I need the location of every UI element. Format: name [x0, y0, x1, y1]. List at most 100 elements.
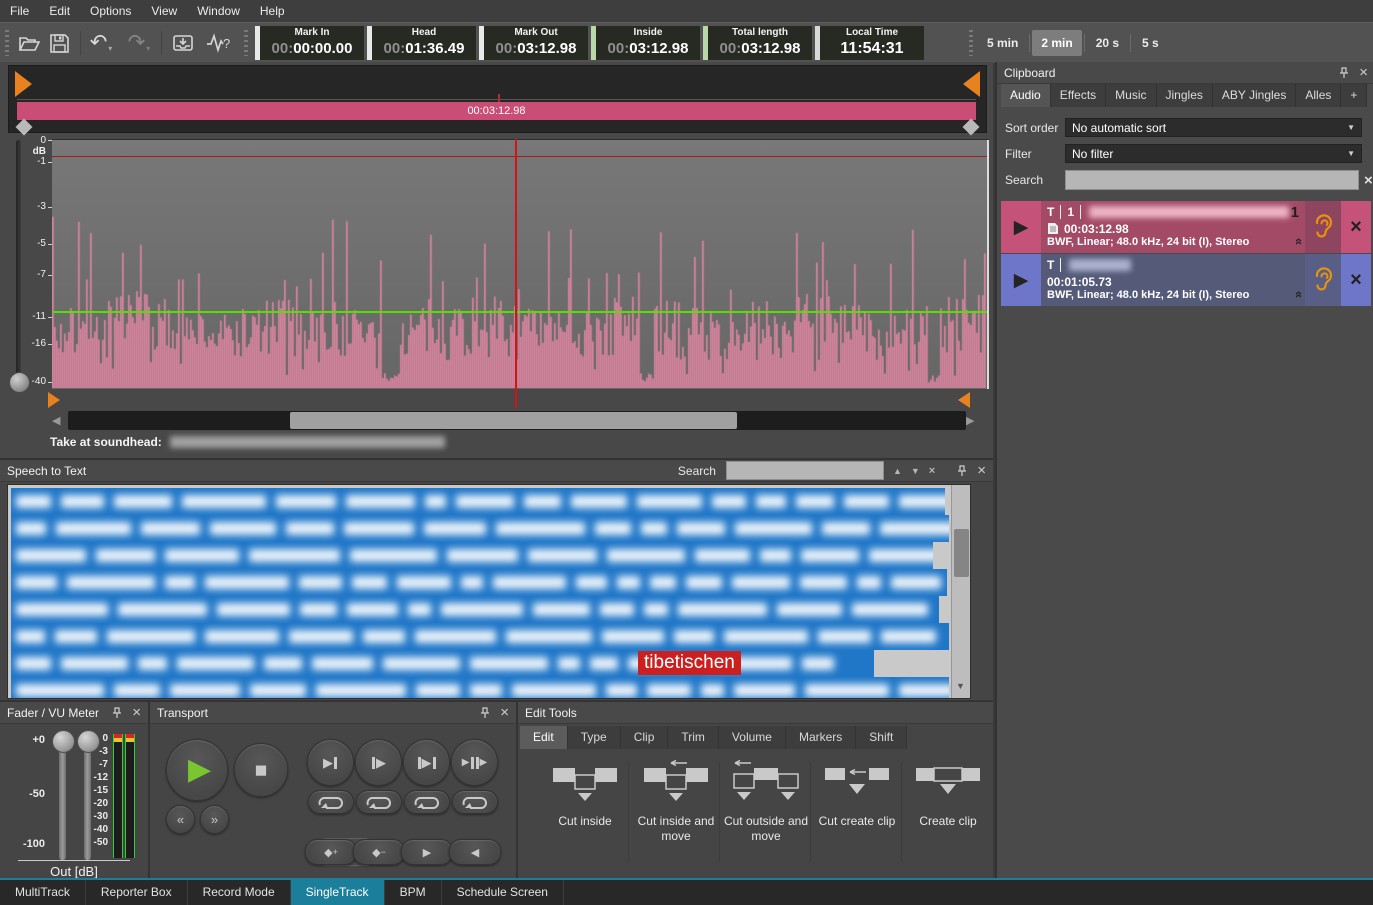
clipboard-tab-music[interactable]: Music [1106, 84, 1156, 107]
transcript-line[interactable] [11, 596, 939, 623]
overview-range-bar[interactable]: 00:03:12.98 [17, 102, 976, 120]
clipboard-search-clear-icon[interactable]: × [1364, 172, 1373, 189]
overview-mark-in-marker[interactable] [15, 71, 32, 97]
remove-marker-button[interactable]: ◆− [353, 839, 405, 865]
clipboard-tab-aby-jingles[interactable]: ABY Jingles [1213, 84, 1296, 107]
save-icon[interactable] [44, 29, 74, 57]
tab-clip[interactable]: Clip [621, 726, 669, 749]
clipboard-item-1[interactable]: ▶ T 1 1 00:03:12.98 BWF, Linear; 48.0 kH… [1001, 201, 1371, 253]
collapse-chevron-icon[interactable]: « [1292, 238, 1305, 245]
clipboard-tab-alles[interactable]: Alles [1296, 84, 1341, 107]
transcript-line[interactable] [11, 515, 949, 542]
clipboard-item-body[interactable]: T 00:01:05.73 BWF, Linear; 48.0 kHz, 24 … [1041, 254, 1305, 306]
tool-cut-inside-move[interactable]: Cut inside and move [632, 760, 720, 844]
transcript-line[interactable] [11, 623, 949, 650]
tab-schedule-screen[interactable]: Schedule Screen [442, 880, 564, 905]
close-icon[interactable]: × [1359, 65, 1368, 80]
prelisten-ear-icon[interactable] [1305, 201, 1341, 253]
scroll-right-arrow[interactable]: ▶ [966, 414, 974, 427]
fader-left-track[interactable] [59, 740, 66, 860]
search-highlighted-word[interactable]: tibetischen [638, 651, 741, 675]
loop-all-button[interactable] [452, 790, 498, 814]
prev-marker-button[interactable]: ◀ [449, 839, 501, 865]
wave-mark-out-marker[interactable] [958, 392, 970, 408]
tool-cut-create-clip[interactable]: Cut create clip [813, 760, 901, 829]
redo-caret-icon[interactable]: ▾ [146, 44, 150, 53]
gain-slider-track[interactable] [16, 140, 21, 378]
zoom-20s-button[interactable]: 20 s [1087, 30, 1128, 56]
speech-search-input[interactable] [726, 461, 884, 480]
zoom-2min-button[interactable]: 2 min [1032, 30, 1081, 56]
transcript-line[interactable]: tibetischen [11, 650, 874, 677]
playhead-cursor[interactable] [515, 139, 517, 408]
zoom-5min-button[interactable]: 5 min [978, 30, 1027, 56]
search-clear-icon[interactable]: × [929, 465, 935, 477]
pin-icon[interactable] [1339, 67, 1349, 79]
redo-button[interactable]: ↷▾ [125, 29, 155, 57]
transcript-scrollbar-thumb[interactable] [954, 529, 969, 577]
clipboard-tab-add[interactable]: + [1341, 84, 1367, 107]
tab-shift[interactable]: Shift [856, 726, 907, 749]
pin-icon[interactable] [480, 707, 490, 719]
transcript-line[interactable] [11, 542, 933, 569]
clipboard-item-play-button[interactable]: ▶ [1001, 201, 1041, 253]
pin-icon[interactable] [112, 707, 122, 719]
clipboard-tab-jingles[interactable]: Jingles [1157, 84, 1213, 107]
tab-volume[interactable]: Volume [719, 726, 786, 749]
wave-mark-in-marker[interactable] [48, 392, 60, 408]
skip-forward-button[interactable]: » [200, 805, 229, 834]
fader-right-track[interactable] [84, 740, 91, 860]
menu-window[interactable]: Window [187, 0, 250, 22]
tab-type[interactable]: Type [568, 726, 621, 749]
overview-left-handle[interactable] [16, 119, 33, 136]
waveform-tool-icon[interactable]: ? [204, 29, 234, 57]
tab-reporter-box[interactable]: Reporter Box [86, 880, 188, 905]
close-icon[interactable]: × [132, 705, 141, 720]
loop-between-marks-button[interactable] [404, 790, 450, 814]
tool-cut-outside-move[interactable]: Cut outside and move [722, 760, 810, 844]
overview-right-handle[interactable] [963, 119, 980, 136]
clipboard-tab-effects[interactable]: Effects [1051, 84, 1106, 107]
menu-options[interactable]: Options [80, 0, 141, 22]
tab-record-mode[interactable]: Record Mode [188, 880, 291, 905]
sort-order-dropdown[interactable]: No automatic sort▼ [1065, 118, 1362, 137]
play-over-mark-button[interactable]: ▶▶ [451, 739, 498, 786]
menu-view[interactable]: View [141, 0, 187, 22]
open-folder-icon[interactable] [14, 29, 44, 57]
tool-create-clip[interactable]: Create clip [904, 760, 992, 829]
skip-back-button[interactable]: « [166, 805, 195, 834]
search-prev-icon[interactable]: ▲ [893, 466, 902, 476]
tab-singletrack[interactable]: SingleTrack [291, 880, 385, 905]
stop-button[interactable]: ■ [234, 743, 288, 797]
undo-button[interactable]: ↶▾ [87, 29, 117, 57]
toolbar-grip[interactable] [5, 30, 9, 56]
waveform-scrollbar[interactable] [68, 411, 966, 430]
tab-edit[interactable]: Edit [520, 726, 568, 749]
tab-bpm[interactable]: BPM [385, 880, 442, 905]
clipboard-item-2[interactable]: ▶ T 00:01:05.73 BWF, Linear; 48.0 kHz, 2… [1001, 254, 1371, 306]
tab-multitrack[interactable]: MultiTrack [0, 880, 86, 905]
clipboard-search-input[interactable] [1065, 170, 1359, 190]
fader-left-knob[interactable] [52, 730, 75, 753]
waveform-display[interactable] [52, 139, 989, 389]
menu-file[interactable]: File [0, 0, 39, 22]
transcript-line[interactable] [11, 488, 945, 515]
transcript-scrollbar[interactable]: ▼ [951, 485, 971, 698]
tab-markers[interactable]: Markers [786, 726, 856, 749]
scroll-left-arrow[interactable]: ◀ [52, 414, 60, 427]
transcript-scroll-down-icon[interactable]: ▼ [956, 681, 965, 691]
play-to-mark-button[interactable]: ▶ [307, 739, 354, 786]
play-button[interactable]: ▶ [166, 739, 228, 801]
loop-from-mark-button[interactable] [356, 790, 402, 814]
transcript-line[interactable] [11, 677, 949, 699]
transcript-line[interactable] [11, 569, 947, 596]
zoom-5s-button[interactable]: 5 s [1133, 30, 1168, 56]
waveform-scrollbar-thumb[interactable] [290, 412, 737, 429]
prelisten-ear-icon[interactable] [1305, 254, 1341, 306]
remove-item-icon[interactable]: × [1341, 254, 1371, 306]
import-take-icon[interactable] [168, 29, 198, 57]
remove-item-icon[interactable]: × [1341, 201, 1371, 253]
filter-dropdown[interactable]: No filter▼ [1065, 144, 1362, 163]
tool-cut-inside[interactable]: Cut inside [541, 760, 629, 829]
tab-trim[interactable]: Trim [668, 726, 719, 749]
